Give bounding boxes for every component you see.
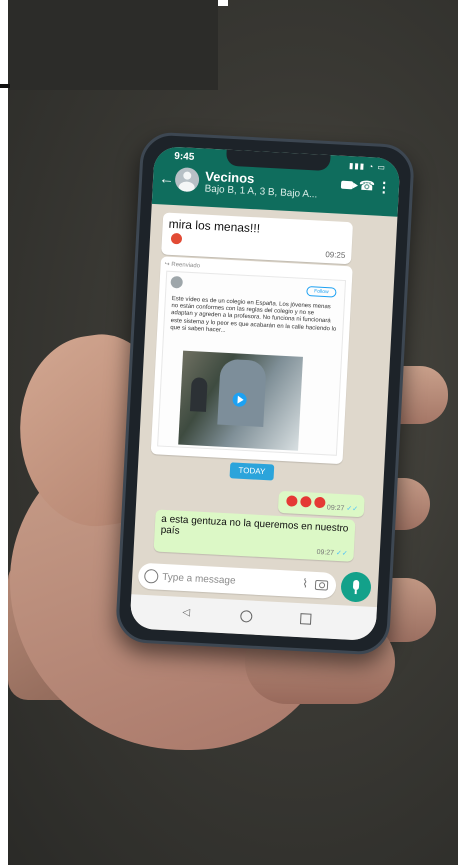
message-time: 09:25 — [325, 249, 346, 261]
message-composer: ⌇ — [137, 562, 337, 599]
incoming-message[interactable]: mira los menas!!! 09:25 — [161, 212, 354, 265]
status-icons: ▮▮▮ ◔ ▭ — [348, 161, 387, 173]
post-avatar — [170, 275, 184, 289]
angry-face-icon — [286, 495, 298, 507]
outgoing-emoji-message[interactable]: 09:27 ✓✓ — [277, 490, 365, 518]
angry-face-icon — [170, 232, 183, 245]
angry-face-icon — [314, 496, 326, 509]
chat-subtitle[interactable]: Bajo B, 1 A, 3 B, Bajo A... — [204, 184, 317, 201]
angry-face-icon — [300, 496, 312, 508]
message-text: a esta gentuza no la queremos en nuestro… — [160, 513, 349, 537]
follow-button[interactable]: Follow — [306, 286, 337, 298]
camera-icon[interactable] — [314, 579, 329, 591]
message-input[interactable] — [161, 567, 259, 591]
post-text: Este vídeo es de un colegio en España. L… — [170, 295, 337, 334]
background-mark — [0, 84, 10, 88]
nav-recent-icon[interactable] — [299, 613, 312, 625]
video-thumbnail[interactable] — [178, 350, 303, 451]
group-avatar[interactable] — [174, 167, 200, 193]
video-camera-icon[interactable] — [340, 180, 354, 190]
status-time: 9:45 — [173, 150, 195, 163]
video-person — [189, 377, 208, 412]
emoji-icon[interactable] — [143, 568, 159, 584]
image-left-strip — [0, 0, 8, 865]
back-arrow-icon[interactable]: ← — [159, 170, 175, 188]
phone-device: 9:45 ▮▮▮ ◔ ▭ ← Vecinos Bajo B, 1 A, 3 B,… — [114, 131, 416, 656]
angry-emojis — [286, 495, 326, 509]
phone-screen: 9:45 ▮▮▮ ◔ ▭ ← Vecinos Bajo B, 1 A, 3 B,… — [129, 145, 401, 642]
android-nav-bar: ◁ — [129, 594, 377, 642]
chat-area: mira los menas!!! 09:25 ↪ Reenviado Foll… — [133, 204, 397, 567]
phone-icon[interactable]: ☎ — [358, 178, 375, 195]
message-time-text: 09:27 — [316, 548, 335, 557]
read-receipt-icon: ✓✓ — [335, 549, 348, 558]
message-time: 09:27 ✓✓ — [316, 548, 348, 558]
phone-notch — [225, 149, 331, 172]
nav-home-icon[interactable] — [240, 610, 253, 623]
message-time: 09:27 ✓✓ — [327, 503, 359, 513]
paperclip-icon[interactable]: ⌇ — [302, 576, 309, 590]
forwarded-message[interactable]: ↪ Reenviado Follow Este vídeo es de un c… — [150, 256, 353, 465]
microphone-icon[interactable] — [340, 571, 372, 603]
social-post-card: Follow Este vídeo es de un colegio en Es… — [157, 270, 347, 456]
forward-label-text: Reenviado — [171, 261, 201, 270]
vertical-dots-icon[interactable]: ⋮ — [377, 179, 392, 197]
message-time-text: 09:27 — [326, 504, 345, 513]
outgoing-message[interactable]: a esta gentuza no la queremos en nuestro… — [153, 509, 356, 562]
background-dark-band — [8, 0, 218, 90]
nav-back-icon[interactable]: ◁ — [182, 607, 190, 618]
message-text: mira los menas!!! — [168, 216, 261, 236]
read-receipt-icon: ✓✓ — [346, 505, 359, 514]
date-divider: TODAY — [229, 462, 275, 481]
